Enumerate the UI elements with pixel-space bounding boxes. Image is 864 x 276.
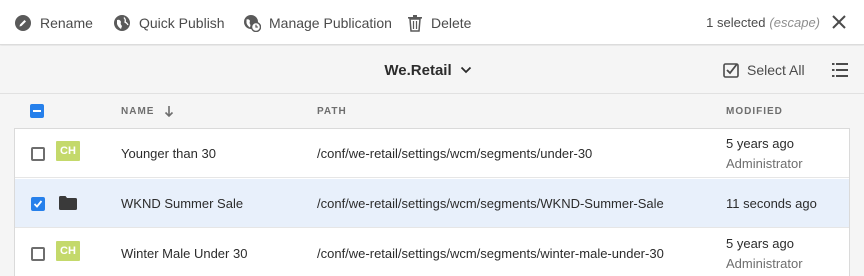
- column-modified-header[interactable]: MODIFIED: [726, 95, 783, 127]
- rename-button[interactable]: Rename: [14, 0, 93, 45]
- action-bar: Rename Quick Publish Manage Publication …: [0, 0, 864, 45]
- row-checkbox[interactable]: [31, 247, 45, 261]
- row-name[interactable]: WKND Summer Sale: [121, 179, 243, 228]
- column-path-label: PATH: [317, 105, 347, 117]
- modified-time: 5 years ago: [726, 235, 794, 251]
- title-text: We.Retail: [384, 61, 452, 79]
- folder-icon: [59, 196, 77, 210]
- content-thumbnail: CH: [56, 241, 80, 261]
- globe-clock-icon: [244, 14, 261, 32]
- title-dropdown[interactable]: We.Retail: [384, 62, 471, 79]
- title-bar: We.Retail Select All: [0, 46, 864, 94]
- delete-button[interactable]: Delete: [407, 0, 471, 45]
- pencil-icon: [15, 14, 31, 31]
- select-all-label: Select All: [747, 62, 805, 78]
- delete-label: Delete: [431, 14, 472, 31]
- row-checkbox[interactable]: [31, 197, 45, 211]
- close-icon[interactable]: [830, 13, 848, 31]
- manage-publication-button[interactable]: Manage Publication: [243, 0, 392, 45]
- select-all-checkbox[interactable]: [30, 104, 44, 118]
- list-view-icon[interactable]: [832, 62, 848, 78]
- row-modified: 5 years ago Administrator: [726, 229, 803, 276]
- table-row[interactable]: WKND Summer Sale /conf/we-retail/setting…: [15, 179, 849, 228]
- table-row[interactable]: CH Winter Male Under 30 /conf/we-retail/…: [15, 229, 849, 276]
- row-name[interactable]: Younger than 30: [121, 129, 216, 178]
- selection-count: 1 selected: [706, 15, 766, 30]
- row-modified: 5 years ago Administrator: [726, 129, 803, 178]
- modified-by: Administrator: [726, 155, 803, 171]
- trash-icon: [408, 14, 422, 32]
- manage-publication-label: Manage Publication: [269, 14, 392, 31]
- column-name-header[interactable]: NAME: [121, 95, 174, 127]
- column-path-header[interactable]: PATH: [317, 95, 347, 127]
- quick-publish-label: Quick Publish: [139, 14, 225, 31]
- row-checkbox[interactable]: [31, 147, 45, 161]
- modified-by: Administrator: [726, 255, 803, 271]
- row-name[interactable]: Winter Male Under 30: [121, 229, 247, 276]
- row-path: /conf/we-retail/settings/wcm/segments/wi…: [317, 246, 664, 261]
- modified-time: 11 seconds ago: [726, 195, 817, 211]
- checkmark-icon: [33, 200, 43, 208]
- globe-icon: [114, 14, 130, 31]
- select-all-button[interactable]: Select All: [723, 46, 805, 94]
- rename-label: Rename: [40, 14, 93, 31]
- selection-info: 1 selected (escape): [706, 0, 820, 45]
- quick-publish-button[interactable]: Quick Publish: [113, 0, 225, 45]
- select-all-icon: [723, 63, 739, 78]
- row-path: /conf/we-retail/settings/wcm/segments/un…: [317, 146, 593, 161]
- modified-time: 5 years ago: [726, 135, 794, 151]
- row-modified: 11 seconds ago: [726, 179, 817, 228]
- chevron-down-icon: [460, 66, 471, 74]
- row-path: /conf/we-retail/settings/wcm/segments/WK…: [317, 196, 664, 211]
- column-name-label: NAME: [121, 105, 155, 117]
- escape-hint: (escape): [769, 15, 820, 30]
- table-row[interactable]: CH Younger than 30 /conf/we-retail/setti…: [15, 129, 849, 178]
- results-table: CH Younger than 30 /conf/we-retail/setti…: [14, 128, 850, 276]
- column-header: NAME PATH MODIFIED: [0, 95, 864, 127]
- sort-arrow-down-icon: [165, 106, 174, 117]
- content-thumbnail: CH: [56, 141, 80, 161]
- column-modified-label: MODIFIED: [726, 105, 783, 117]
